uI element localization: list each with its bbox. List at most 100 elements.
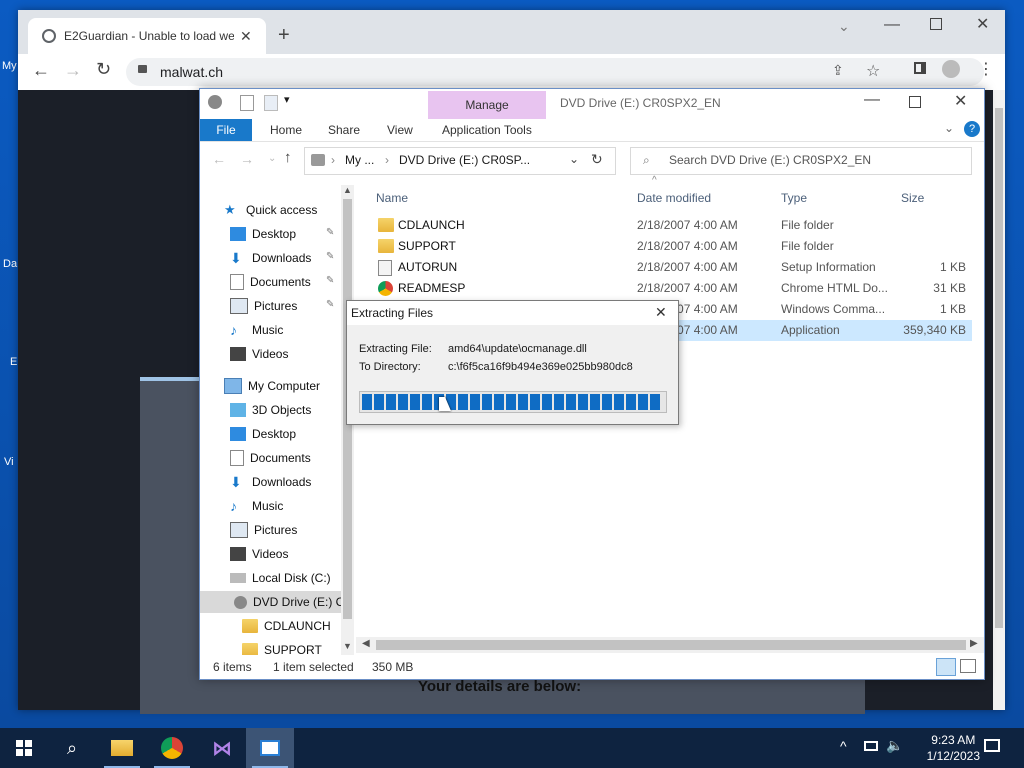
scroll-thumb[interactable] bbox=[376, 640, 966, 650]
nav-item[interactable]: Desktop bbox=[230, 423, 296, 445]
new-folder-icon[interactable] bbox=[264, 95, 278, 111]
reload-button[interactable]: ↻ bbox=[96, 59, 111, 80]
desktop-icon-label[interactable]: Da bbox=[3, 258, 17, 270]
quick-access-dropdown-icon[interactable]: ▾ bbox=[284, 93, 290, 106]
close-button[interactable]: ✕ bbox=[976, 14, 989, 34]
browser-tab[interactable]: E2Guardian - Unable to load we ✕ bbox=[28, 18, 266, 54]
progress-segment bbox=[626, 394, 636, 410]
side-panel-icon[interactable] bbox=[914, 62, 926, 74]
nav-item[interactable]: Videos bbox=[230, 543, 288, 565]
search-button[interactable]: ⌕ bbox=[48, 728, 96, 768]
bookmark-star-icon[interactable]: ☆ bbox=[866, 61, 880, 81]
breadcrumb-dvd-drive[interactable]: DVD Drive (E:) CR0SP... bbox=[399, 153, 530, 167]
notifications-icon[interactable] bbox=[984, 739, 1000, 752]
nav-item[interactable]: Local Disk (C:) bbox=[230, 567, 331, 589]
back-button[interactable]: ← bbox=[212, 151, 226, 167]
scroll-up-icon[interactable]: ▲ bbox=[343, 185, 352, 195]
desktop-icon-label[interactable]: My bbox=[2, 60, 17, 72]
network-icon[interactable] bbox=[864, 741, 878, 751]
file-row[interactable]: CDLAUNCH 2/18/2007 4:00 AM File folder bbox=[356, 215, 972, 236]
address-box[interactable]: › My ... › DVD Drive (E:) CR0SP... ⌄ ↻ bbox=[304, 147, 616, 175]
minimize-button[interactable]: — bbox=[864, 91, 880, 109]
lock-icon[interactable] bbox=[138, 65, 147, 73]
nav-item[interactable]: SUPPORT bbox=[242, 639, 322, 655]
column-size[interactable]: Size bbox=[901, 191, 924, 205]
dialog-close-icon[interactable]: ✕ bbox=[655, 304, 667, 321]
forward-button[interactable]: → bbox=[64, 60, 82, 81]
nav-item[interactable]: Desktop bbox=[230, 223, 296, 245]
view-tab[interactable]: View bbox=[387, 123, 413, 137]
details-view-icon[interactable] bbox=[936, 658, 956, 676]
up-button[interactable]: ↑ bbox=[284, 149, 292, 166]
scroll-right-icon[interactable]: ▶ bbox=[970, 638, 978, 649]
nav-item[interactable]: Videos bbox=[230, 343, 288, 365]
browser-scrollbar[interactable] bbox=[993, 90, 1005, 710]
tray-chevron-icon[interactable]: ^ bbox=[840, 738, 847, 754]
file-row[interactable]: AUTORUN 2/18/2007 4:00 AM Setup Informat… bbox=[356, 257, 972, 278]
file-row[interactable]: READMESP 2/18/2007 4:00 AM Chrome HTML D… bbox=[356, 278, 972, 299]
pin-icon[interactable]: ✎ bbox=[326, 251, 334, 262]
desktop-icon-label[interactable]: Vi bbox=[4, 456, 14, 468]
profile-avatar-icon[interactable] bbox=[942, 60, 960, 78]
breadcrumb-my-computer[interactable]: My ... bbox=[345, 153, 374, 167]
desktop-icon-label[interactable]: E bbox=[10, 356, 17, 368]
pin-icon[interactable]: ✎ bbox=[326, 227, 334, 238]
taskbar-chrome[interactable] bbox=[148, 728, 196, 768]
nav-item[interactable]: ⬇ Downloads bbox=[230, 247, 311, 269]
volume-icon[interactable]: 🔈 bbox=[886, 737, 903, 754]
menu-dots-icon[interactable]: ⋮ bbox=[978, 59, 994, 79]
properties-icon[interactable] bbox=[240, 95, 254, 111]
scroll-left-icon[interactable]: ◀ bbox=[362, 638, 370, 649]
clock[interactable]: 9:23 AM 1/12/2023 bbox=[927, 732, 980, 764]
taskbar-visual-studio[interactable]: ⋈ bbox=[198, 728, 246, 768]
column-date[interactable]: Date modified bbox=[637, 191, 711, 205]
refresh-icon[interactable]: ↻ bbox=[591, 151, 603, 168]
nav-item[interactable]: Pictures bbox=[230, 295, 297, 317]
address-dropdown-icon[interactable]: ⌄ bbox=[569, 152, 579, 166]
share-tab[interactable]: Share bbox=[328, 123, 360, 137]
nav-item[interactable]: 3D Objects bbox=[230, 399, 311, 421]
maximize-button[interactable] bbox=[930, 18, 942, 30]
search-box[interactable]: ⌕ Search DVD Drive (E:) CR0SPX2_EN bbox=[630, 147, 972, 175]
maximize-button[interactable] bbox=[909, 96, 921, 108]
scroll-down-icon[interactable]: ▼ bbox=[343, 641, 352, 651]
share-icon[interactable]: ⇪ bbox=[832, 62, 844, 79]
nav-item[interactable]: Documents bbox=[230, 447, 311, 469]
nav-quick-access[interactable]: ★ Quick access bbox=[224, 199, 317, 221]
back-button[interactable]: ← bbox=[32, 60, 50, 81]
pin-icon[interactable]: ✎ bbox=[326, 299, 334, 310]
nav-item[interactable]: Documents bbox=[230, 271, 311, 293]
nav-item[interactable]: ♪ Music bbox=[230, 319, 283, 341]
minimize-button[interactable]: — bbox=[884, 16, 900, 34]
to-directory-label: To Directory: bbox=[359, 361, 421, 373]
address-bar[interactable]: malwat.ch ⇪ ☆ bbox=[126, 58, 984, 86]
nav-item[interactable]: ⬇ Downloads bbox=[230, 471, 311, 493]
file-row[interactable]: SUPPORT 2/18/2007 4:00 AM File folder bbox=[356, 236, 972, 257]
pin-icon[interactable]: ✎ bbox=[326, 275, 334, 286]
nav-item-selected[interactable]: DVD Drive (E:) Cl bbox=[200, 591, 354, 613]
nav-item[interactable]: ♪ Music bbox=[230, 495, 283, 517]
new-tab-button[interactable]: + bbox=[278, 24, 290, 47]
manage-tab[interactable]: Manage bbox=[428, 91, 546, 119]
horizontal-scrollbar[interactable]: ◀ ▶ bbox=[356, 637, 984, 653]
start-button[interactable] bbox=[0, 728, 48, 768]
nav-item[interactable]: Pictures bbox=[230, 519, 297, 541]
file-tab[interactable]: File bbox=[200, 119, 252, 141]
taskbar-setup-app[interactable] bbox=[246, 728, 294, 768]
taskbar-file-explorer[interactable] bbox=[98, 728, 146, 768]
forward-button[interactable]: → bbox=[240, 151, 254, 167]
nav-item[interactable]: CDLAUNCH bbox=[242, 615, 331, 637]
large-icons-view-icon[interactable] bbox=[960, 659, 976, 673]
close-button[interactable]: ✕ bbox=[954, 91, 967, 111]
nav-my-computer[interactable]: My Computer bbox=[224, 375, 320, 397]
tab-search-icon[interactable]: ⌄ bbox=[838, 18, 850, 35]
recent-locations-icon[interactable]: ⌄ bbox=[268, 153, 276, 164]
application-tools-tab[interactable]: Application Tools bbox=[442, 123, 532, 137]
expand-ribbon-icon[interactable]: ⌄ bbox=[944, 121, 954, 135]
column-name[interactable]: Name bbox=[376, 191, 408, 205]
help-icon[interactable]: ? bbox=[964, 121, 980, 137]
close-tab-icon[interactable]: ✕ bbox=[240, 28, 252, 45]
scroll-thumb[interactable] bbox=[995, 108, 1003, 628]
home-tab[interactable]: Home bbox=[270, 123, 302, 137]
column-type[interactable]: Type bbox=[781, 191, 807, 205]
